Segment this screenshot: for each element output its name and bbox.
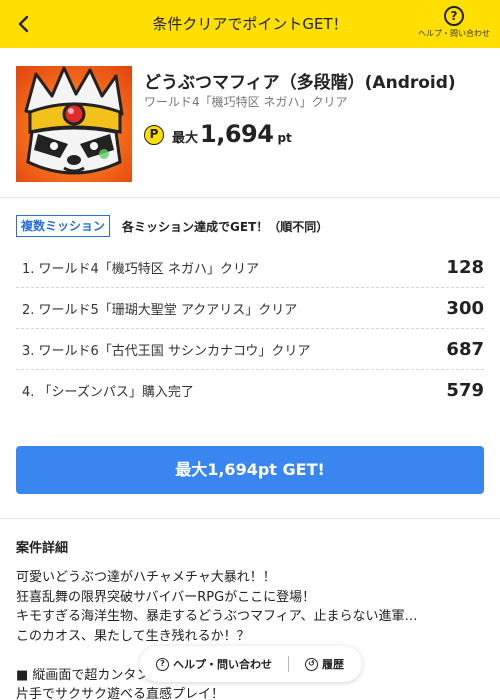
history-button[interactable]: ↺ 履歴 [289, 656, 344, 672]
mission-points: 300 [446, 297, 484, 319]
floating-help-button[interactable]: ? ヘルプ・問い合わせ [140, 656, 288, 672]
max-points: P 最大 1,694 pt [144, 120, 292, 150]
back-button[interactable] [8, 8, 40, 40]
details-line: このカオス、果たして生き残れるか！？ [16, 628, 250, 644]
mission-points: 579 [446, 380, 484, 401]
details-line: 片手でサクサク遊べる直感プレイ！ [16, 687, 225, 700]
mission-row: 3. ワールド6「古代王国 サシンカナコウ」クリア 687 [16, 329, 484, 370]
mission-row: 4. 「シーズンパス」購入完了 579 [16, 370, 484, 411]
points-value: 1,694 [200, 120, 274, 148]
mission-list: 1. ワールド4「機巧特区 ネガハ」クリア 128 2. ワールド5「珊瑚大聖堂… [16, 247, 484, 411]
floating-action-bar: ? ヘルプ・問い合わせ ↺ 履歴 [140, 646, 362, 682]
mission-label: 2. ワールド5「珊瑚大聖堂 アクアリス」クリア [22, 302, 298, 318]
mission-description: 各ミッション達成でGET！（順不同） [122, 219, 329, 234]
get-points-button[interactable]: 最大1,694pt GET! [16, 446, 484, 494]
question-icon: ? [156, 657, 169, 671]
point-coin-icon: P [144, 125, 164, 145]
mission-points: 128 [446, 256, 484, 278]
details-line: 可愛いどうぶつ達がハチャメチャ大暴れ！！ [16, 570, 276, 585]
details-line: 狂喜乱舞の限界突破サバイバーRPGがここに登場！ [16, 589, 316, 605]
floating-help-label: ヘルプ・問い合わせ [173, 658, 272, 671]
mission-label: 4. 「シーズンパス」購入完了 [22, 385, 194, 400]
chevron-left-icon [18, 15, 29, 33]
mission-label: 1. ワールド4「機巧特区 ネガハ」クリア [22, 261, 259, 277]
offer-card: どうぶつマフィア（多段階）(Android) ワールド4「機巧特区 ネガハ」クリ… [0, 48, 500, 198]
page-title: 条件クリアでポイントGET！ [152, 15, 348, 33]
mission-row: 1. ワールド4「機巧特区 ネガハ」クリア 128 [16, 247, 484, 288]
points-unit: pt [277, 131, 292, 145]
help-label: ヘルプ・問い合わせ [418, 29, 490, 38]
header-bar: 条件クリアでポイントGET！ ? ヘルプ・問い合わせ [0, 0, 500, 48]
mission-row: 2. ワールド5「珊瑚大聖堂 アクアリス」クリア 300 [16, 288, 484, 329]
mission-header: 複数ミッション 各ミッション達成でGET！（順不同） [16, 215, 328, 237]
details-title: 案件詳細 [16, 541, 69, 556]
section-divider [0, 518, 500, 519]
history-label: 履歴 [322, 658, 344, 671]
help-button[interactable]: ? ヘルプ・問い合わせ [416, 6, 492, 39]
history-icon: ↺ [305, 657, 318, 671]
question-icon: ? [444, 6, 464, 26]
app-icon-image [16, 66, 132, 182]
points-prefix: 最大 [172, 131, 199, 146]
offer-title: どうぶつマフィア（多段階）(Android) [144, 73, 456, 93]
offer-subtitle: ワールド4「機巧特区 ネガハ」クリア [144, 95, 348, 109]
mission-points: 687 [446, 338, 484, 360]
multi-mission-badge: 複数ミッション [16, 215, 111, 237]
details-line: キモすぎる海洋生物、暴走するどうぶつマフィア、止まらない進軍… [16, 609, 418, 624]
mission-label: 3. ワールド6「古代王国 サシンカナコウ」クリア [22, 343, 311, 359]
